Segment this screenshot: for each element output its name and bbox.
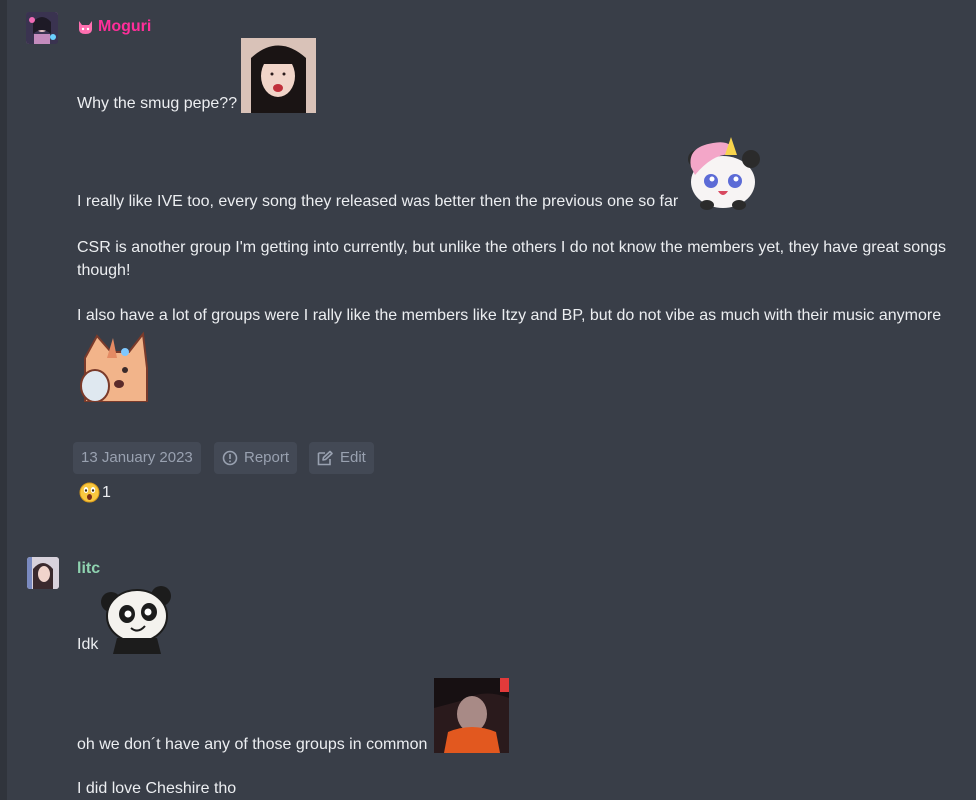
report-button[interactable]: Report xyxy=(214,442,298,474)
author-name[interactable]: Moguri xyxy=(77,18,151,36)
astonished-face-icon xyxy=(79,482,100,503)
avatar[interactable] xyxy=(27,557,59,589)
author-name[interactable]: litc xyxy=(77,560,100,578)
report-label: Report xyxy=(244,449,290,466)
photo-emote xyxy=(241,38,316,113)
photo-emote xyxy=(434,678,509,753)
post-paragraph: oh we don´t have any of those groups in … xyxy=(77,736,428,753)
edit-button[interactable]: Edit xyxy=(309,442,374,474)
post-paragraph: Idk xyxy=(77,636,99,653)
thread-left-rail xyxy=(0,0,7,800)
unicorn-panda-emote xyxy=(685,137,760,210)
avatar[interactable] xyxy=(26,12,58,44)
post-paragraph: I really like IVE too, every song they r… xyxy=(77,193,679,210)
author-label: Moguri xyxy=(98,18,152,35)
post-paragraph: I also have a lot of groups were I rally… xyxy=(77,307,942,324)
crying-cat-emote xyxy=(77,328,152,403)
edit-label: Edit xyxy=(340,449,366,466)
avatar-portrait xyxy=(26,12,58,44)
post-date-button[interactable]: 13 January 2023 xyxy=(73,442,201,474)
post-paragraph: CSR is another group I'm getting into cu… xyxy=(77,239,946,279)
edit-icon xyxy=(317,450,333,466)
post-paragraph: Why the smug pepe?? xyxy=(77,95,238,112)
panda-emote xyxy=(99,580,174,654)
pink-cat-badge-icon xyxy=(79,20,92,34)
avatar-portrait xyxy=(27,557,59,589)
reaction-badge[interactable]: 1 xyxy=(79,482,111,503)
alert-circle-icon xyxy=(222,450,238,466)
reaction-count: 1 xyxy=(102,483,111,501)
post-paragraph: I did love Cheshire tho xyxy=(77,780,237,797)
